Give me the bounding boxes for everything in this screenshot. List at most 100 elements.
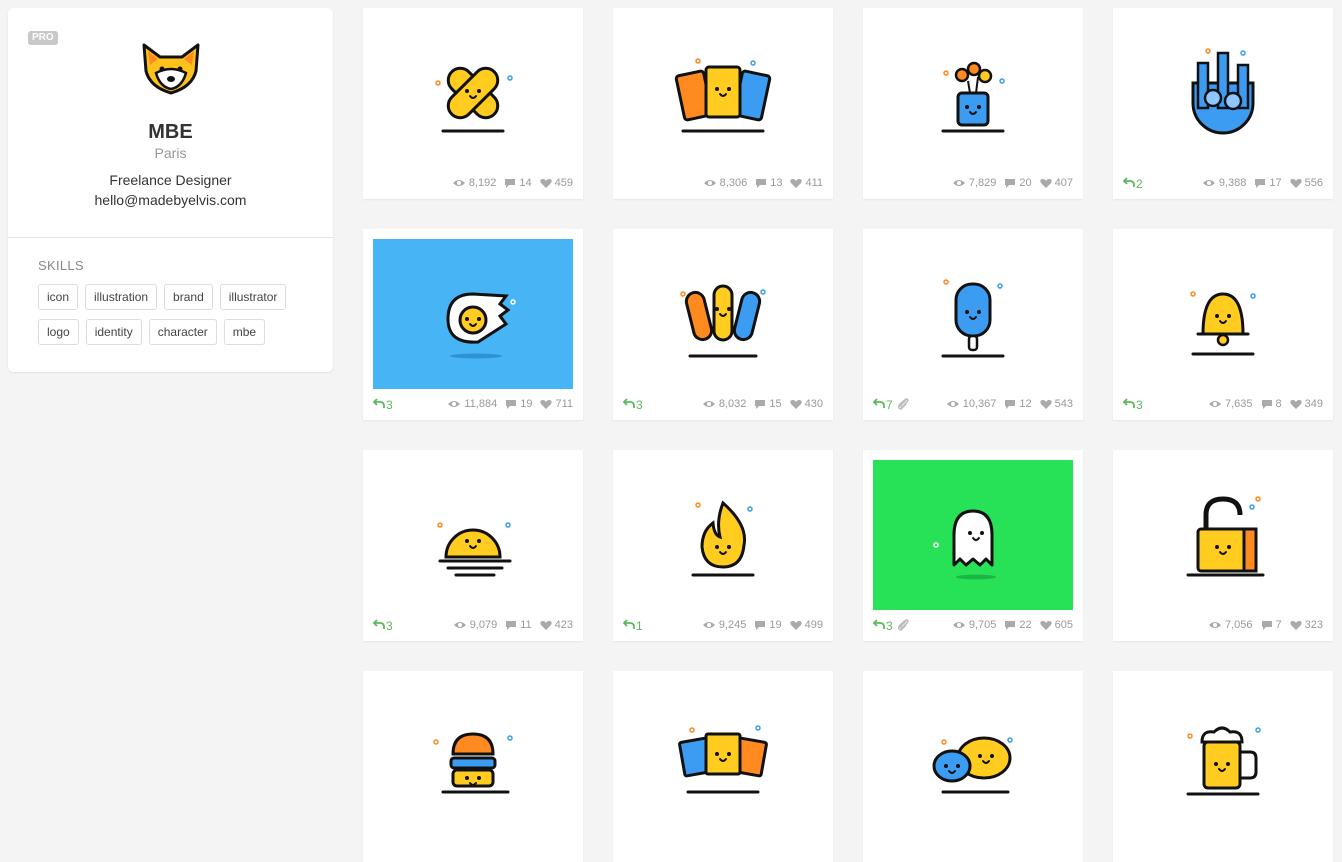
- shot-card[interactable]: 3 9,705 22 605: [863, 450, 1083, 641]
- comment-icon: [505, 620, 517, 631]
- shot-meta: 7,056 7 323: [1113, 617, 1333, 635]
- comments-stat[interactable]: 19: [505, 398, 532, 410]
- profile-location[interactable]: Paris: [8, 145, 333, 161]
- likes-stat[interactable]: 423: [539, 619, 573, 631]
- rebound-count[interactable]: 2: [1122, 177, 1143, 191]
- shot-thumbnail[interactable]: [623, 681, 823, 831]
- skill-tag[interactable]: icon: [38, 284, 79, 310]
- comments-stat[interactable]: 15: [754, 398, 782, 410]
- fox-avatar-icon[interactable]: [138, 41, 204, 97]
- shot-card[interactable]: [613, 671, 833, 862]
- likes-stat[interactable]: 459: [539, 177, 573, 189]
- shot-card[interactable]: 2 9,388 17 556: [1113, 8, 1333, 199]
- comments-stat[interactable]: 19: [754, 619, 782, 631]
- shot-thumbnail[interactable]: [373, 460, 573, 610]
- profile-name[interactable]: MBE: [8, 121, 333, 144]
- shot-card[interactable]: [363, 671, 583, 862]
- rebound-count[interactable]: 3: [622, 398, 643, 412]
- photos-icon: [678, 725, 768, 794]
- shot-thumbnail[interactable]: [373, 18, 573, 168]
- likes-stat[interactable]: 411: [790, 177, 823, 189]
- comments-stat[interactable]: 14: [504, 177, 532, 189]
- comment-icon: [505, 399, 517, 410]
- comments-count: 11: [520, 619, 532, 631]
- pencils-icon: [680, 284, 766, 358]
- shot-card[interactable]: 3 9,079 11 423: [363, 450, 583, 641]
- comments-stat[interactable]: 8: [1261, 398, 1282, 410]
- shot-thumbnail[interactable]: [873, 681, 1073, 831]
- views-count: 7,635: [1224, 398, 1253, 410]
- shot-card[interactable]: 7 10,367 12 543: [863, 229, 1083, 420]
- shot-card[interactable]: 8,306 13 411: [613, 8, 833, 199]
- profile-email[interactable]: hello@madebyelvis.com: [8, 192, 333, 208]
- comments-stat[interactable]: 12: [1004, 398, 1032, 410]
- fire-icon: [691, 500, 755, 577]
- heart-icon: [790, 178, 803, 189]
- skill-tag[interactable]: illustration: [85, 284, 158, 310]
- shot-thumbnail[interactable]: [873, 239, 1073, 389]
- rebound-value: 1: [636, 619, 643, 633]
- shot-thumbnail[interactable]: [1123, 18, 1323, 168]
- likes-stat[interactable]: 605: [1039, 619, 1073, 631]
- comments-stat[interactable]: 17: [1254, 177, 1282, 189]
- rebound-count[interactable]: 3: [1122, 398, 1143, 412]
- shot-card[interactable]: 8,192 14 459: [363, 8, 583, 199]
- comments-stat[interactable]: 11: [505, 619, 532, 631]
- comments-count: 7: [1275, 619, 1282, 631]
- rebound-value: 3: [386, 398, 393, 412]
- shot-thumbnail[interactable]: [1123, 239, 1323, 389]
- eye-icon: [946, 399, 960, 409]
- attachment-icon[interactable]: [897, 397, 911, 411]
- rebound-count[interactable]: 7: [872, 398, 893, 412]
- shot-card[interactable]: 7,829 20 407: [863, 8, 1083, 199]
- rebound-count[interactable]: 3: [872, 619, 893, 633]
- rebound-icon: [872, 619, 885, 633]
- shot-thumbnail[interactable]: [873, 18, 1073, 168]
- shot-thumbnail[interactable]: [623, 18, 823, 168]
- shot-card[interactable]: 3 11,884 19 711: [363, 229, 583, 420]
- eye-icon: [447, 399, 461, 409]
- likes-stat[interactable]: 407: [1039, 177, 1073, 189]
- likes-stat[interactable]: 711: [540, 398, 573, 410]
- shot-thumbnail[interactable]: [373, 239, 573, 389]
- shot-thumbnail[interactable]: [1123, 460, 1323, 610]
- skill-tag[interactable]: mbe: [223, 319, 266, 345]
- comments-count: 12: [1019, 398, 1032, 410]
- views-stat: 7,635: [1208, 398, 1253, 410]
- comments-stat[interactable]: 20: [1004, 177, 1032, 189]
- views-count: 10,367: [962, 398, 997, 410]
- shot-card[interactable]: 3 7,635 8 349: [1113, 229, 1333, 420]
- rebound-value: 7: [886, 398, 893, 412]
- likes-stat[interactable]: 556: [1289, 177, 1323, 189]
- shot-thumbnail[interactable]: [373, 681, 573, 831]
- shot-meta: 8,306 13 411: [613, 175, 833, 193]
- shot-card[interactable]: 7,056 7 323: [1113, 450, 1333, 641]
- likes-stat[interactable]: 323: [1289, 619, 1323, 631]
- shot-thumbnail[interactable]: [623, 239, 823, 389]
- likes-count: 459: [554, 177, 573, 189]
- likes-stat[interactable]: 349: [1289, 398, 1323, 410]
- shot-thumbnail[interactable]: [623, 460, 823, 610]
- skill-tag[interactable]: character: [148, 319, 217, 345]
- shot-card[interactable]: 1 9,245 19 499: [613, 450, 833, 641]
- likes-stat[interactable]: 543: [1039, 398, 1073, 410]
- skill-tag[interactable]: illustrator: [219, 284, 287, 310]
- likes-stat[interactable]: 499: [789, 619, 823, 631]
- rebound-count[interactable]: 3: [372, 398, 393, 412]
- shot-card[interactable]: [1113, 671, 1333, 862]
- shot-thumbnail[interactable]: [1123, 681, 1323, 831]
- skill-tag[interactable]: identity: [85, 319, 142, 345]
- comments-stat[interactable]: 7: [1261, 619, 1282, 631]
- shot-thumbnail[interactable]: [873, 460, 1073, 610]
- skill-tag[interactable]: brand: [164, 284, 213, 310]
- rebound-count[interactable]: 3: [372, 619, 393, 633]
- rebound-count[interactable]: 1: [622, 619, 643, 633]
- comments-stat[interactable]: 13: [755, 177, 782, 189]
- profile-bio: Freelance Designer: [109, 172, 232, 188]
- likes-stat[interactable]: 430: [789, 398, 823, 410]
- comments-stat[interactable]: 22: [1004, 619, 1032, 631]
- skill-tag[interactable]: logo: [38, 319, 79, 345]
- shot-card[interactable]: 3 8,032 15 430: [613, 229, 833, 420]
- shot-card[interactable]: [863, 671, 1083, 862]
- attachment-icon[interactable]: [897, 618, 911, 632]
